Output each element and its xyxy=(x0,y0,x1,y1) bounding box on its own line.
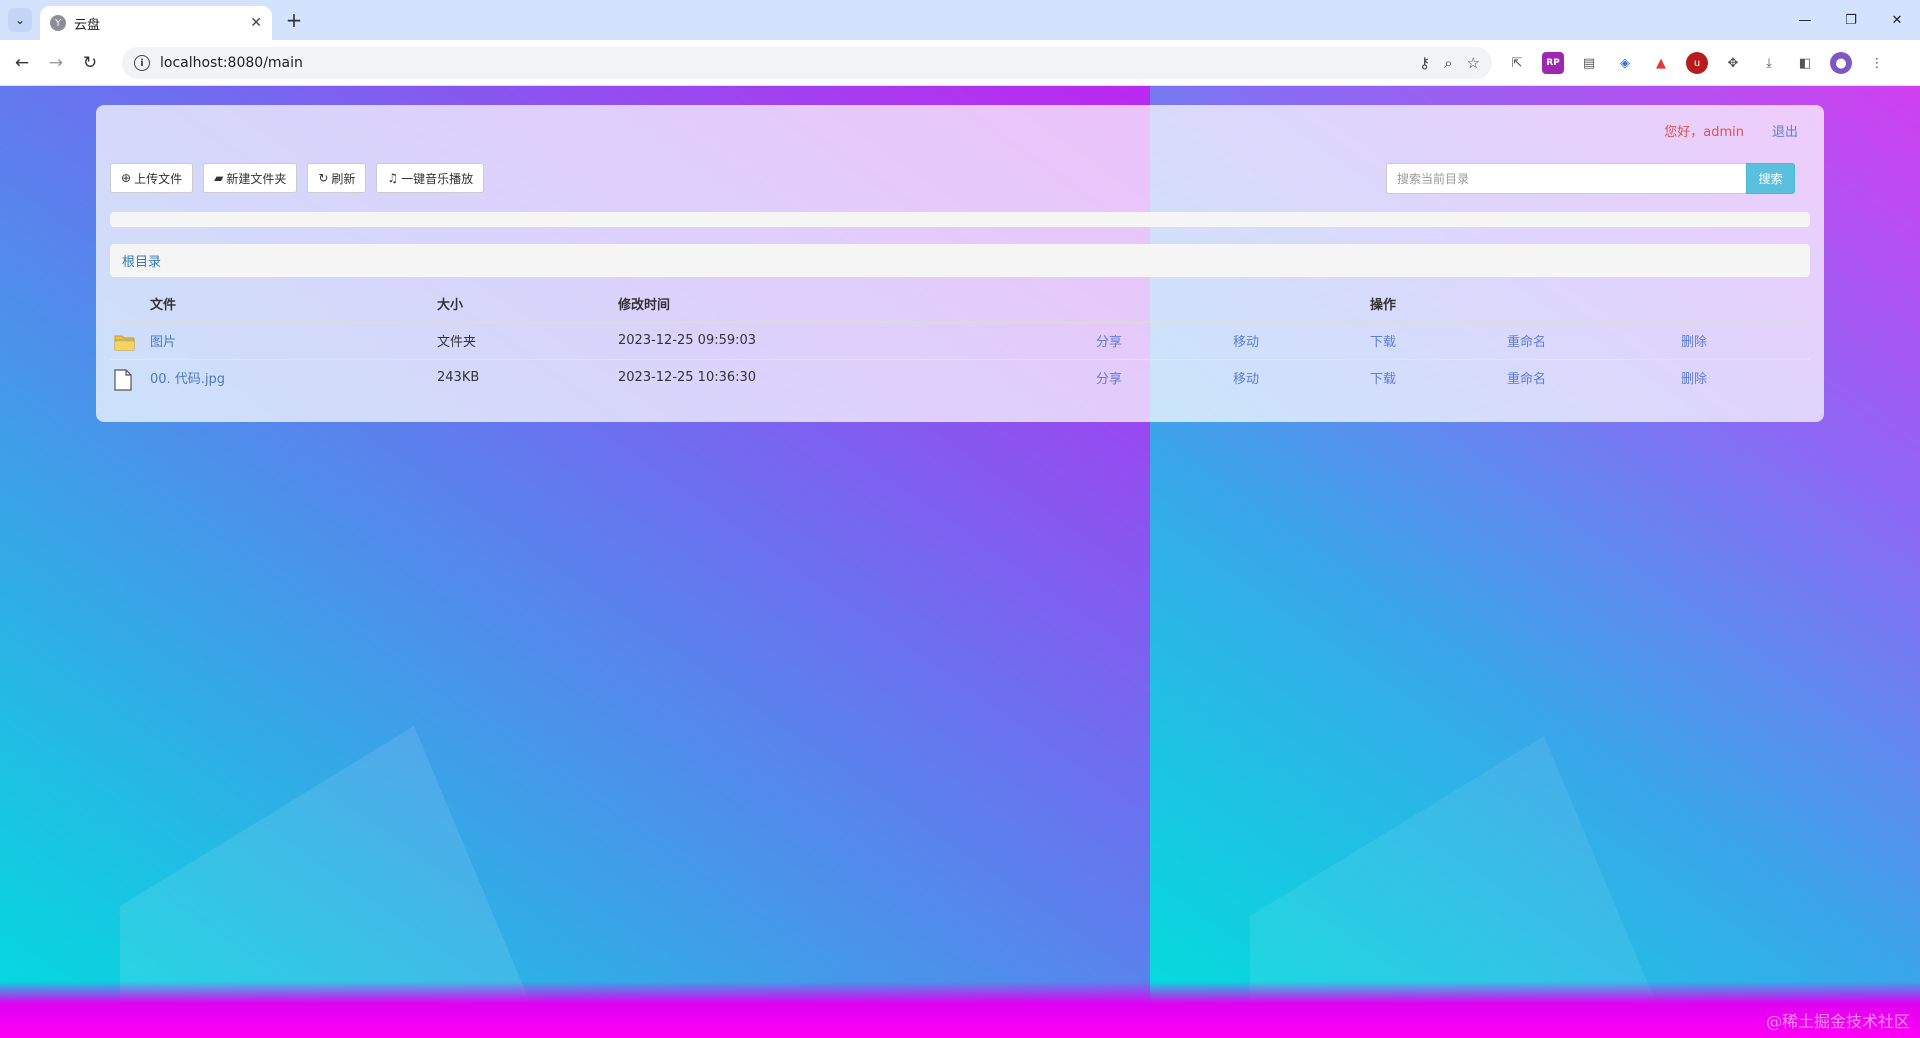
search-button[interactable]: 搜索 xyxy=(1746,163,1795,194)
rename-link[interactable]: 重命名 xyxy=(1507,372,1546,387)
move-link[interactable]: 移动 xyxy=(1233,335,1259,350)
column-header-actions: 操作 xyxy=(1366,286,1503,323)
download-icon[interactable]: ⤓ xyxy=(1758,52,1780,74)
password-key-icon[interactable]: ⚷ xyxy=(1419,54,1430,72)
column-header-modified: 修改时间 xyxy=(614,286,1092,323)
triangle-extension-icon[interactable]: ▲ xyxy=(1650,52,1672,74)
browser-menu-icon[interactable]: ⋮ xyxy=(1866,52,1888,74)
upload-label: 上传文件 xyxy=(134,171,183,186)
rp-extension-icon[interactable]: RP xyxy=(1542,52,1564,74)
tab-close-icon[interactable]: ✕ xyxy=(250,15,262,31)
breadcrumb-root[interactable]: 根目录 xyxy=(122,251,161,270)
upload-circle-icon: ⊕ xyxy=(121,171,132,185)
layers-extension-icon[interactable]: ◈ xyxy=(1614,52,1636,74)
forward-arrow-icon[interactable]: → xyxy=(44,51,68,75)
bookmark-star-icon[interactable]: ☆ xyxy=(1467,54,1480,72)
column-header-size: 大小 xyxy=(433,286,614,323)
share-link[interactable]: 分享 xyxy=(1096,335,1122,350)
move-link[interactable]: 移动 xyxy=(1233,372,1259,387)
tab-title: 云盘 xyxy=(74,17,101,33)
file-size: 文件夹 xyxy=(433,322,614,360)
site-info-icon[interactable]: i xyxy=(134,55,150,71)
new-tab-button[interactable]: + xyxy=(282,8,306,32)
puzzle-extensions-icon[interactable]: ✥ xyxy=(1722,52,1744,74)
row-icon-cell xyxy=(110,322,146,360)
file-size: 243KB xyxy=(437,370,480,386)
download-link[interactable]: 下载 xyxy=(1370,372,1396,387)
upload-button[interactable]: ⊕ 上传文件 xyxy=(110,163,194,193)
file-modified: 2023-12-25 09:59:03 xyxy=(614,322,1092,360)
action-buttons: ⊕ 上传文件 ▰ 新建文件夹 ↻ 刷新 ♫ 一键音乐播放 xyxy=(110,163,485,193)
page-viewport: 您好，admin 退出 ⊕ 上传文件 ▰ 新建文件夹 ↻ 刷新 ♫ 一键音乐播放 xyxy=(0,86,1920,1038)
extension-icons: ⇱ RP ▤ ◈ ▲ u ✥ ⤓ ◧ ● ⋮ xyxy=(1506,52,1888,74)
restore-icon[interactable]: ❐ xyxy=(1828,0,1874,40)
refresh-label: 刷新 xyxy=(331,171,356,186)
tab-extension-icon[interactable]: ▤ xyxy=(1578,52,1600,74)
logout-link[interactable]: 退出 xyxy=(1772,121,1798,140)
file-manager-panel: 您好，admin 退出 ⊕ 上传文件 ▰ 新建文件夹 ↻ 刷新 ♫ 一键音乐播放 xyxy=(96,105,1824,422)
window-controls: — ❐ ✕ xyxy=(1782,0,1920,40)
new-folder-button[interactable]: ▰ 新建文件夹 xyxy=(203,163,298,193)
new-folder-label: 新建文件夹 xyxy=(226,171,287,186)
file-name-link[interactable]: 00. 代码.jpg xyxy=(150,372,225,387)
reload-icon[interactable]: ↻ xyxy=(78,51,102,75)
tab-favicon-icon: Y xyxy=(50,15,66,31)
download-link[interactable]: 下载 xyxy=(1370,335,1396,350)
header-spacer xyxy=(1092,286,1229,323)
back-arrow-icon[interactable]: ← xyxy=(10,51,34,75)
background-bottom-band xyxy=(0,981,1920,1038)
file-icon xyxy=(114,369,132,391)
share-link[interactable]: 分享 xyxy=(1096,372,1122,387)
play-music-button[interactable]: ♫ 一键音乐播放 xyxy=(376,163,485,193)
header-spacer xyxy=(1229,286,1366,323)
play-music-label: 一键音乐播放 xyxy=(401,171,474,186)
side-panel-icon[interactable]: ◧ xyxy=(1794,52,1816,74)
delete-link[interactable]: 删除 xyxy=(1681,372,1707,387)
row-icon-cell xyxy=(110,359,146,396)
browser-tab-active[interactable]: Y 云盘 ✕ xyxy=(40,6,272,40)
column-header-file: 文件 xyxy=(146,286,433,323)
browser-toolbar: ← → ↻ i localhost:8080/main ⚷ ⌕ ☆ ⇱ RP ▤… xyxy=(0,40,1920,86)
breadcrumb: 根目录 xyxy=(110,244,1810,277)
browser-tabstrip: ⌄ Y 云盘 ✕ + — ❐ ✕ xyxy=(0,0,1920,40)
refresh-icon: ↻ xyxy=(318,171,329,185)
upload-progress-bar xyxy=(110,212,1810,227)
address-url[interactable]: localhost:8080/main xyxy=(160,55,1419,71)
user-info: 您好，admin 退出 xyxy=(1664,121,1798,140)
folder-open-icon: ▰ xyxy=(214,171,224,185)
file-table: 文件 大小 修改时间 操作 图片 文件夹 2023-12-25 09:59:03… xyxy=(110,286,1810,396)
watermark-text: @稀土掘金技术社区 xyxy=(1765,1012,1910,1031)
profile-avatar-icon[interactable]: ● xyxy=(1830,52,1852,74)
search-group: 搜索 xyxy=(1386,163,1795,194)
window-close-icon[interactable]: ✕ xyxy=(1874,0,1920,40)
zoom-icon[interactable]: ⌕ xyxy=(1444,54,1452,72)
header-icon-cell xyxy=(110,286,146,323)
file-name-link[interactable]: 图片 xyxy=(150,335,176,350)
table-row: 00. 代码.jpg 243KB 2023-12-25 10:36:30 分享 … xyxy=(110,359,1810,396)
cursor-extension-icon[interactable]: ⇱ xyxy=(1506,52,1528,74)
minimize-icon[interactable]: — xyxy=(1782,0,1828,40)
rename-link[interactable]: 重命名 xyxy=(1507,335,1546,350)
header-spacer xyxy=(1503,286,1677,323)
music-note-icon: ♫ xyxy=(387,171,399,185)
delete-link[interactable]: 删除 xyxy=(1681,335,1707,350)
search-input[interactable] xyxy=(1386,163,1746,194)
file-modified: 2023-12-25 10:36:30 xyxy=(618,370,757,386)
folder-icon xyxy=(114,335,135,350)
table-header-row: 文件 大小 修改时间 操作 xyxy=(110,286,1810,323)
refresh-button[interactable]: ↻ 刷新 xyxy=(307,163,367,193)
user-greeting: 您好，admin xyxy=(1664,125,1744,140)
header-spacer xyxy=(1677,286,1810,323)
ublock-icon[interactable]: u xyxy=(1686,52,1708,74)
table-row: 图片 文件夹 2023-12-25 09:59:03 分享 移动 下载 重命名 … xyxy=(110,322,1810,360)
address-bar[interactable]: i localhost:8080/main ⚷ ⌕ ☆ xyxy=(122,47,1492,79)
tab-search-chevron-icon[interactable]: ⌄ xyxy=(8,8,32,32)
